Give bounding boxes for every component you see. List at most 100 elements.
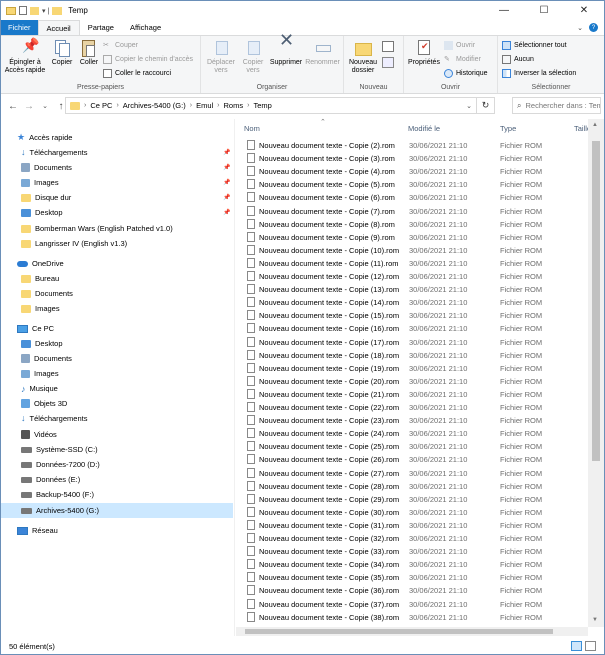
- paste-button[interactable]: Coller: [77, 39, 101, 67]
- select-none-button[interactable]: Aucun: [502, 55, 534, 64]
- file-row[interactable]: Nouveau document texte - Copie (2).rom 30…: [236, 139, 576, 152]
- file-row[interactable]: Nouveau document texte - Copie (9).rom 30…: [236, 231, 576, 244]
- file-row[interactable]: Nouveau document texte - Copie (22).rom 3…: [236, 401, 576, 414]
- file-row[interactable]: Nouveau document texte - Copie (20).rom 3…: [236, 375, 576, 388]
- file-row[interactable]: Nouveau document texte - Copie (23).rom 3…: [236, 414, 576, 427]
- file-row[interactable]: Nouveau document texte - Copie (33).rom 3…: [236, 545, 576, 558]
- file-row[interactable]: Nouveau document texte - Copie (37).rom 3…: [236, 598, 576, 611]
- file-row[interactable]: Nouveau document texte - Copie (17).rom 3…: [236, 336, 576, 349]
- nav-pc-drive-c[interactable]: Système-SSD (C:): [21, 442, 98, 457]
- minimize-button[interactable]: —: [484, 1, 524, 20]
- nav-quick-documents[interactable]: Documents: [21, 160, 72, 175]
- move-to-button[interactable]: Déplacer vers: [205, 39, 237, 75]
- file-row[interactable]: Nouveau document texte - Copie (21).rom 3…: [236, 388, 576, 401]
- file-row[interactable]: Nouveau document texte - Copie (28).rom 3…: [236, 480, 576, 493]
- nav-pc-drive-e[interactable]: Données (E:): [21, 472, 80, 487]
- column-header-name[interactable]: Nom: [244, 124, 260, 133]
- nav-pc-drive-f[interactable]: Backup-5400 (F:): [21, 487, 94, 502]
- file-row[interactable]: Nouveau document texte - Copie (10).rom 3…: [236, 244, 576, 257]
- nav-quick-desktop[interactable]: Desktop: [21, 205, 63, 220]
- vertical-scroll-thumb[interactable]: [592, 141, 600, 461]
- file-row[interactable]: Nouveau document texte - Copie (32).rom 3…: [236, 532, 576, 545]
- details-view-icon[interactable]: [571, 641, 582, 651]
- tab-view[interactable]: Affichage: [122, 20, 169, 35]
- nav-onedrive-documents[interactable]: Documents: [21, 286, 73, 301]
- nav-quick-bomberman[interactable]: Bomberman Wars (English Patched v1.0): [21, 221, 173, 236]
- nav-pc-music[interactable]: ♪ Musique: [21, 381, 58, 396]
- paste-shortcut-button[interactable]: Coller le raccourci: [103, 69, 171, 78]
- nav-pc-drive-d[interactable]: Données-7200 (D:): [21, 457, 100, 472]
- tab-home[interactable]: Accueil: [37, 20, 80, 35]
- file-row[interactable]: Nouveau document texte - Copie (3).rom 30…: [236, 152, 576, 165]
- file-row[interactable]: Nouveau document texte - Copie (29).rom 3…: [236, 493, 576, 506]
- search-input[interactable]: ⌕ Rechercher dans : Temp: [512, 97, 601, 114]
- new-folder-button[interactable]: Nouveau dossier: [347, 39, 379, 75]
- breadcrumb-drive[interactable]: Archives-5400 (G:): [123, 101, 186, 110]
- file-row[interactable]: Nouveau document texte - Copie (12).rom 3…: [236, 270, 576, 283]
- invert-selection-button[interactable]: Inverser la sélection: [502, 69, 576, 78]
- forward-arrow-icon[interactable]: →: [21, 101, 37, 112]
- refresh-icon[interactable]: ↻: [477, 97, 495, 114]
- file-row[interactable]: Nouveau document texte - Copie (18).rom 3…: [236, 349, 576, 362]
- pin-quick-access-button[interactable]: 📌 Épingler à Accès rapide: [4, 38, 46, 75]
- horizontal-scrollbar[interactable]: [236, 627, 588, 636]
- scroll-down-icon[interactable]: ▼: [592, 617, 598, 623]
- close-button[interactable]: ✕: [564, 1, 604, 20]
- vertical-scrollbar[interactable]: ▲ ▼: [588, 119, 604, 627]
- column-header-modified[interactable]: Modifié le: [408, 124, 440, 133]
- easy-access-icon[interactable]: [382, 57, 394, 68]
- tab-file[interactable]: Fichier: [1, 20, 38, 35]
- file-row[interactable]: Nouveau document texte - Copie (5).rom 30…: [236, 178, 576, 191]
- file-row[interactable]: Nouveau document texte - Copie (6).rom 30…: [236, 191, 576, 204]
- maximize-button[interactable]: ☐: [524, 1, 564, 20]
- nav-quick-langrisser[interactable]: Langrisser IV (English v1.3): [21, 236, 127, 251]
- nav-pc-drive-g[interactable]: Archives-5400 (G:): [1, 503, 233, 518]
- nav-pc-documents[interactable]: Documents: [21, 351, 72, 366]
- file-row[interactable]: Nouveau document texte - Copie (11).rom 3…: [236, 257, 576, 270]
- column-header-type[interactable]: Type: [500, 124, 516, 133]
- breadcrumb-temp[interactable]: Temp: [253, 101, 271, 110]
- copy-button[interactable]: Copier: [49, 39, 75, 67]
- address-dropdown-icon[interactable]: ⌄: [466, 102, 472, 110]
- nav-quick-images[interactable]: Images: [21, 175, 59, 190]
- file-row[interactable]: Nouveau document texte - Copie (16).rom 3…: [236, 322, 576, 335]
- file-row[interactable]: Nouveau document texte - Copie (8).rom 30…: [236, 218, 576, 231]
- new-folder-quick-icon[interactable]: [30, 6, 39, 15]
- file-row[interactable]: Nouveau document texte - Copie (27).rom 3…: [236, 467, 576, 480]
- copy-to-button[interactable]: Copier vers: [237, 39, 269, 75]
- open-button[interactable]: Ouvrir: [444, 41, 475, 50]
- file-row[interactable]: Nouveau document texte - Copie (15).rom 3…: [236, 309, 576, 322]
- file-row[interactable]: Nouveau document texte - Copie (7).rom 30…: [236, 205, 576, 218]
- nav-onedrive-images[interactable]: Images: [21, 301, 60, 316]
- new-item-icon[interactable]: [382, 41, 394, 52]
- customize-quick-icon[interactable]: ▾ |: [42, 7, 49, 15]
- file-row[interactable]: Nouveau document texte - Copie (26).rom 3…: [236, 453, 576, 466]
- delete-button[interactable]: ✕ Supprimer: [269, 31, 303, 67]
- file-row[interactable]: Nouveau document texte - Copie (36).rom 3…: [236, 584, 576, 597]
- properties-button[interactable]: ✔ Propriétés: [406, 39, 442, 67]
- nav-network[interactable]: Réseau: [17, 523, 58, 538]
- nav-onedrive-bureau[interactable]: Bureau: [21, 271, 59, 286]
- collapse-ribbon-icon[interactable]: ⌄: [577, 24, 583, 32]
- tab-share[interactable]: Partage: [80, 20, 122, 35]
- large-icons-view-icon[interactable]: [585, 641, 596, 651]
- file-row[interactable]: Nouveau document texte - Copie (35).rom 3…: [236, 571, 576, 584]
- file-row[interactable]: Nouveau document texte - Copie (31).rom 3…: [236, 519, 576, 532]
- file-row[interactable]: Nouveau document texte - Copie (30).rom 3…: [236, 506, 576, 519]
- properties-quick-icon[interactable]: [19, 6, 27, 15]
- select-all-button[interactable]: Sélectionner tout: [502, 41, 567, 50]
- recent-locations-icon[interactable]: ⌄: [37, 102, 53, 110]
- nav-quick-access[interactable]: ★ Accès rapide: [17, 130, 72, 145]
- address-path[interactable]: › Ce PC › Archives-5400 (G:) › Emul › Ro…: [65, 97, 477, 114]
- nav-onedrive[interactable]: OneDrive: [17, 256, 64, 271]
- nav-quick-downloads[interactable]: ↓ Téléchargements: [21, 145, 87, 160]
- scroll-up-icon[interactable]: ▲: [592, 122, 598, 128]
- file-row[interactable]: Nouveau document texte - Copie (25).rom 3…: [236, 440, 576, 453]
- breadcrumb-this-pc[interactable]: Ce PC: [90, 101, 112, 110]
- file-row[interactable]: Nouveau document texte - Copie (34).rom 3…: [236, 558, 576, 571]
- edit-button[interactable]: ✎ Modifier: [444, 55, 481, 64]
- breadcrumb-roms[interactable]: Roms: [224, 101, 244, 110]
- file-row[interactable]: Nouveau document texte - Copie (14).rom 3…: [236, 296, 576, 309]
- file-row[interactable]: Nouveau document texte - Copie (13).rom 3…: [236, 283, 576, 296]
- breadcrumb-emul[interactable]: Emul: [196, 101, 213, 110]
